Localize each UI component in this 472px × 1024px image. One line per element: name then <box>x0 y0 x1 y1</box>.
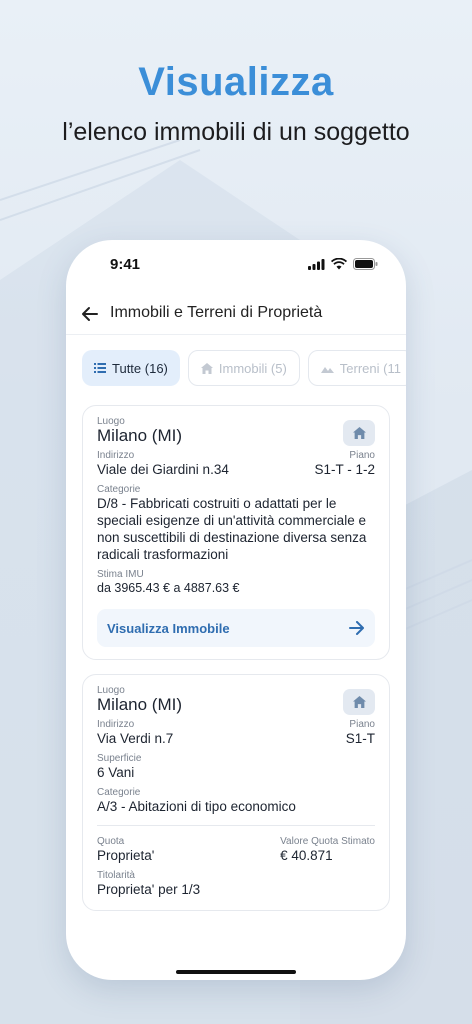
battery-icon <box>353 258 378 270</box>
property-card: Luogo Milano (MI) Indirizzo Via Verdi n.… <box>82 674 390 911</box>
indirizzo-value: Viale dei Giardini n.34 <box>97 462 229 477</box>
tab-tutte[interactable]: Tutte (16) <box>82 350 180 386</box>
nav-bar: Immobili e Terreni di Proprietà <box>66 298 406 334</box>
home-indicator <box>176 970 296 974</box>
quota-value: Proprieta' <box>97 848 155 863</box>
indirizzo-label: Indirizzo <box>97 450 135 461</box>
house-badge <box>343 420 375 446</box>
tab-immobili[interactable]: Immobili (5) <box>187 350 300 386</box>
status-icons <box>308 258 378 270</box>
quota-label: Quota <box>97 836 125 847</box>
categorie-value: D/8 - Fabbricati costruiti o adattati pe… <box>97 496 367 562</box>
house-badge <box>343 689 375 715</box>
phone-frame: 9:41 Immobili e Terreni di Proprietà Tut… <box>66 240 406 980</box>
page-title: Immobili e Terreni di Proprietà <box>110 304 323 321</box>
categorie-label: Categorie <box>97 787 141 798</box>
house-icon <box>200 362 213 374</box>
wifi-icon <box>331 258 347 270</box>
filter-tabs: Tutte (16) Immobili (5) Terreni (11 <box>82 350 406 386</box>
categorie-label: Categorie <box>97 484 141 495</box>
superficie-value: 6 Vani <box>97 765 135 780</box>
signal-icon <box>308 258 325 270</box>
titolarita-label: Titolarità <box>97 870 135 881</box>
arrow-right-icon <box>349 621 364 635</box>
house-icon <box>352 427 366 439</box>
list-icon <box>94 363 106 373</box>
property-card: Luogo Milano (MI) Indirizzo Viale dei Gi… <box>82 405 390 660</box>
status-time: 9:41 <box>110 256 141 273</box>
hero-subtitle: l’elenco immobili di un soggetto <box>62 118 410 146</box>
superficie-label: Superficie <box>97 753 142 764</box>
divider <box>66 334 406 335</box>
hero-title: Visualizza <box>138 60 334 104</box>
luogo-value: Milano (MI) <box>97 695 183 714</box>
tab-terreni[interactable]: Terreni (11 <box>307 350 406 386</box>
valore-value: € 40.871 <box>280 848 333 863</box>
back-arrow-icon[interactable] <box>80 304 100 324</box>
divider <box>97 825 375 826</box>
stima-value: da 3965.43 € a 4887.63 € <box>97 581 240 595</box>
piano-value: S1-T - 1-2 <box>314 462 375 477</box>
visualizza-immobile-label: Visualizza Immobile <box>107 620 230 636</box>
luogo-value: Milano (MI) <box>97 426 183 445</box>
categorie-value: A/3 - Abitazioni di tipo economico <box>97 799 296 814</box>
terrain-icon <box>320 366 334 373</box>
titolarita-value: Proprieta' per 1/3 <box>97 882 201 897</box>
tab-tutte-label: Tutte (16) <box>112 360 168 376</box>
piano-label: Piano <box>349 719 375 730</box>
status-bar: 9:41 <box>66 254 406 278</box>
indirizzo-label: Indirizzo <box>97 719 135 730</box>
house-icon <box>352 696 366 708</box>
piano-value: S1-T <box>345 731 375 746</box>
property-list: Luogo Milano (MI) Indirizzo Viale dei Gi… <box>82 405 390 925</box>
visualizza-immobile-button[interactable]: Visualizza Immobile <box>97 609 375 647</box>
stima-label: Stima IMU <box>97 569 144 580</box>
tab-terreni-label: Terreni (11 <box>339 360 401 376</box>
tab-immobili-label: Immobili (5) <box>218 360 287 376</box>
indirizzo-value: Via Verdi n.7 <box>97 731 174 746</box>
valore-label: Valore Quota Stimato <box>280 836 375 847</box>
piano-label: Piano <box>349 450 375 461</box>
